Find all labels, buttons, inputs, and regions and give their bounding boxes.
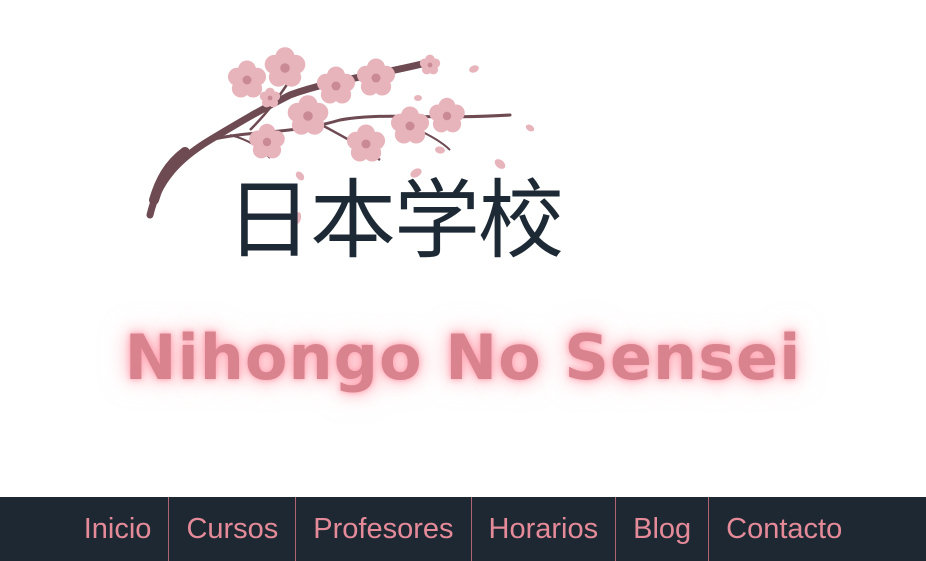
hero-header: 日本学校 Nihongo No Sensei bbox=[0, 0, 926, 497]
site-title: Nihongo No Sensei bbox=[124, 321, 802, 394]
nav-item-horarios[interactable]: Horarios bbox=[470, 497, 616, 561]
nav-item-cursos[interactable]: Cursos bbox=[168, 497, 295, 561]
nav-item-contacto[interactable]: Contacto bbox=[708, 497, 859, 561]
nav-item-profesores[interactable]: Profesores bbox=[295, 497, 470, 561]
main-navigation: Inicio Cursos Profesores Horarios Blog C… bbox=[0, 497, 926, 561]
nav-item-inicio[interactable]: Inicio bbox=[67, 497, 169, 561]
logo-kanji-title: 日本学校 bbox=[226, 171, 564, 271]
nav-item-blog[interactable]: Blog bbox=[615, 497, 708, 561]
